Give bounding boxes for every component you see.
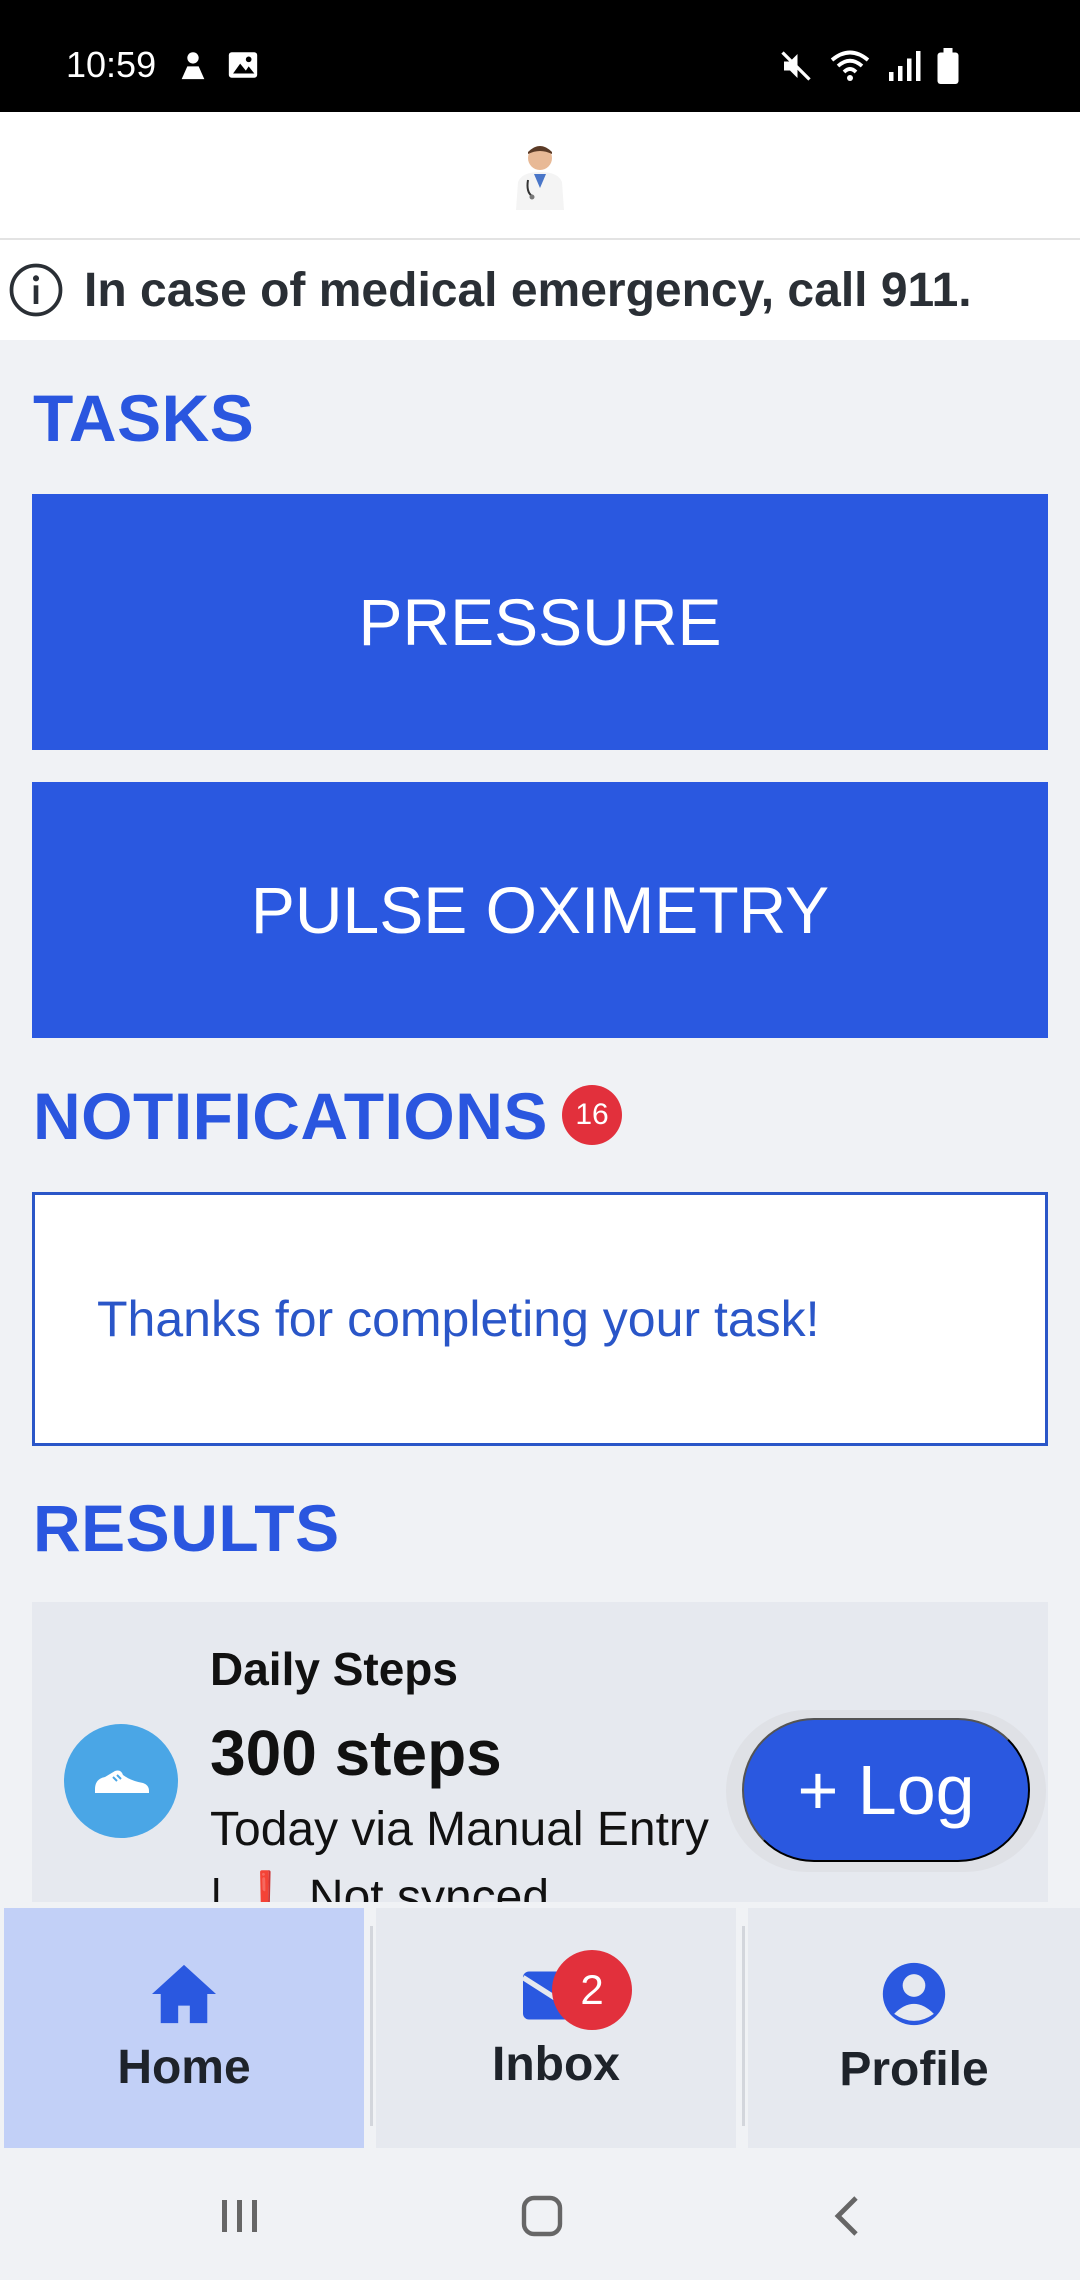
results-title: RESULTS <box>33 1491 340 1565</box>
back-icon[interactable] <box>816 2186 876 2246</box>
recent-apps-icon[interactable] <box>210 2186 270 2246</box>
tab-profile[interactable]: Profile <box>748 1908 1080 2148</box>
notifications-title: NOTIFICATIONS <box>33 1079 548 1153</box>
sneaker-icon <box>64 1724 178 1838</box>
tab-profile-label: Profile <box>839 2042 989 2096</box>
signal-icon <box>889 51 921 81</box>
system-nav-bar <box>0 2150 1080 2280</box>
person-notification-icon <box>181 52 205 80</box>
status-left-icons <box>176 48 260 82</box>
doctor-avatar-icon <box>516 146 564 210</box>
result-source: Today via Manual Entry <box>210 1803 709 1856</box>
emergency-banner: In case of medical emergency, call 911. <box>0 240 1080 340</box>
status-right-icons <box>778 48 960 84</box>
mute-icon <box>781 51 811 81</box>
bottom-nav: Home Inbox Profile <box>0 1906 1080 2150</box>
result-title: Daily Steps <box>210 1643 458 1695</box>
info-icon <box>9 263 63 317</box>
tasks-title: TASKS <box>33 381 255 455</box>
pulse-oximetry-task-button[interactable]: PULSE OXIMETRY <box>32 782 1048 1038</box>
pressure-task-button[interactable]: PRESSURE <box>32 494 1048 750</box>
result-sync-status: | ❗ Not synced <box>210 1871 550 1902</box>
inbox-count-badge: 2 <box>552 1950 632 2030</box>
home-icon <box>152 1964 216 2023</box>
wifi-icon <box>830 50 870 81</box>
tab-inbox-label: Inbox <box>492 2037 620 2091</box>
image-notification-icon <box>228 52 258 78</box>
home-system-icon[interactable] <box>512 2186 572 2246</box>
emergency-text: In case of medical emergency, call 911. <box>84 263 972 317</box>
status-time: 10:59 <box>66 44 157 85</box>
notification-card[interactable]: Thanks for completing your task! <box>32 1192 1048 1446</box>
tab-home[interactable]: Home <box>4 1908 364 2148</box>
tab-inbox[interactable]: Inbox <box>376 1908 736 2148</box>
user-circle-icon <box>882 1962 946 2025</box>
tab-divider <box>742 1926 745 2126</box>
notification-message: Thanks for completing your task! <box>97 1291 820 1347</box>
log-button[interactable]: + Log <box>742 1718 1030 1862</box>
app-header <box>0 112 1080 240</box>
battery-icon <box>937 48 959 84</box>
result-value: 300 steps <box>210 1717 502 1789</box>
tab-divider <box>370 1926 373 2126</box>
status-bar: 10:59 <box>0 0 1080 112</box>
notifications-count-badge: 16 <box>562 1085 622 1145</box>
tab-home-label: Home <box>117 2040 251 2094</box>
